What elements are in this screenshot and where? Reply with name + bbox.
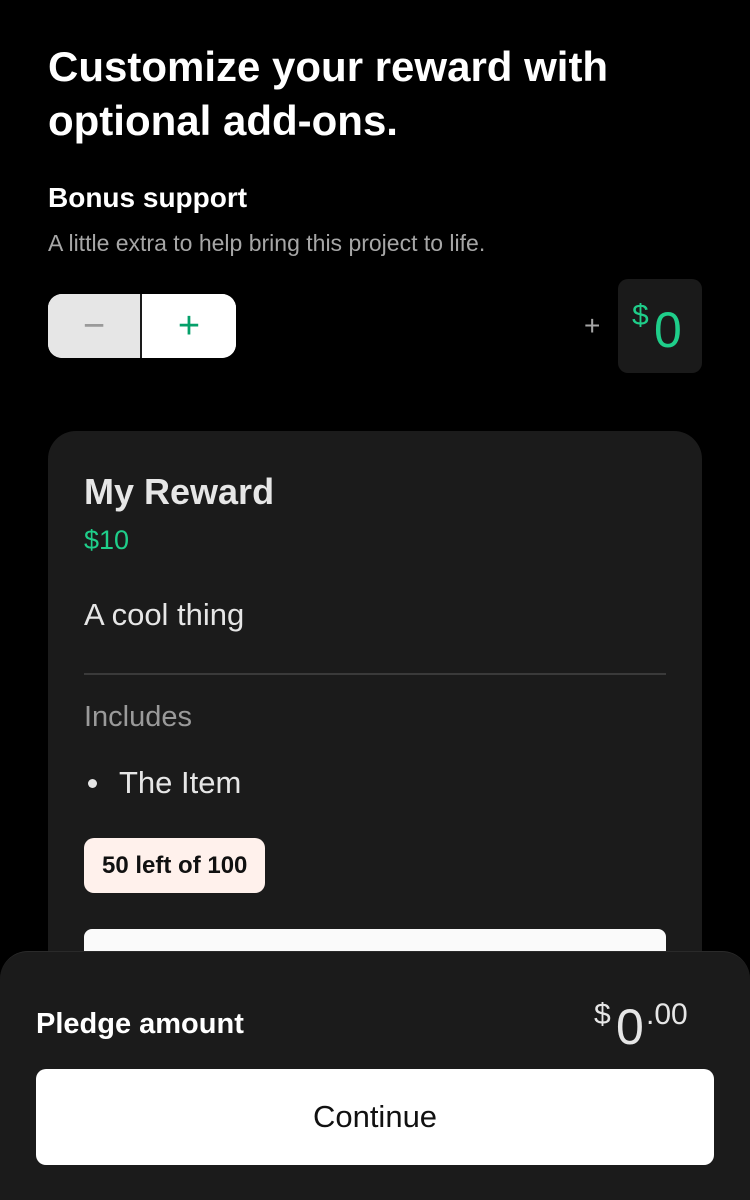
pledge-amount-label: Pledge amount (36, 1008, 244, 1040)
minus-icon: − (82, 304, 106, 347)
reward-description: A cool thing (84, 597, 245, 632)
bonus-amount-prefix: + (584, 310, 601, 341)
include-item-label: The Item (119, 765, 242, 800)
pledge-amount-whole: 0 (616, 999, 644, 1055)
bonus-support-subtitle: A little extra to help bring this projec… (48, 230, 486, 256)
continue-button[interactable]: Continue (36, 1069, 714, 1165)
bonus-amount-display: $ 0 (618, 279, 702, 373)
plus-icon: + (177, 304, 201, 347)
list-item: The Item (84, 765, 241, 801)
bonus-amount-value: 0 (654, 302, 682, 358)
bullet-icon (88, 778, 97, 788)
pledge-amount-value: $ 0 .00 (594, 992, 714, 1055)
reward-title: My Reward (84, 471, 275, 512)
bonus-stepper: − + (48, 294, 236, 358)
increment-button[interactable]: + (142, 294, 236, 358)
reward-divider (84, 673, 666, 675)
includes-label: Includes (84, 701, 193, 733)
bonus-currency-symbol: $ (632, 299, 649, 332)
decrement-button[interactable]: − (48, 294, 142, 358)
page-title: Customize your reward with optional add-… (48, 43, 609, 144)
pledge-amount-cents: .00 (646, 998, 688, 1031)
pledge-summary-bar: Pledge amount $ 0 .00 Continue (0, 951, 750, 1200)
pledge-currency-symbol: $ (594, 998, 611, 1031)
bonus-support-title: Bonus support (48, 182, 248, 213)
reward-price: $10 (84, 525, 130, 555)
pledge-page: Customize your reward with optional add-… (0, 0, 750, 1200)
stock-badge: 50 left of 100 (84, 838, 266, 893)
